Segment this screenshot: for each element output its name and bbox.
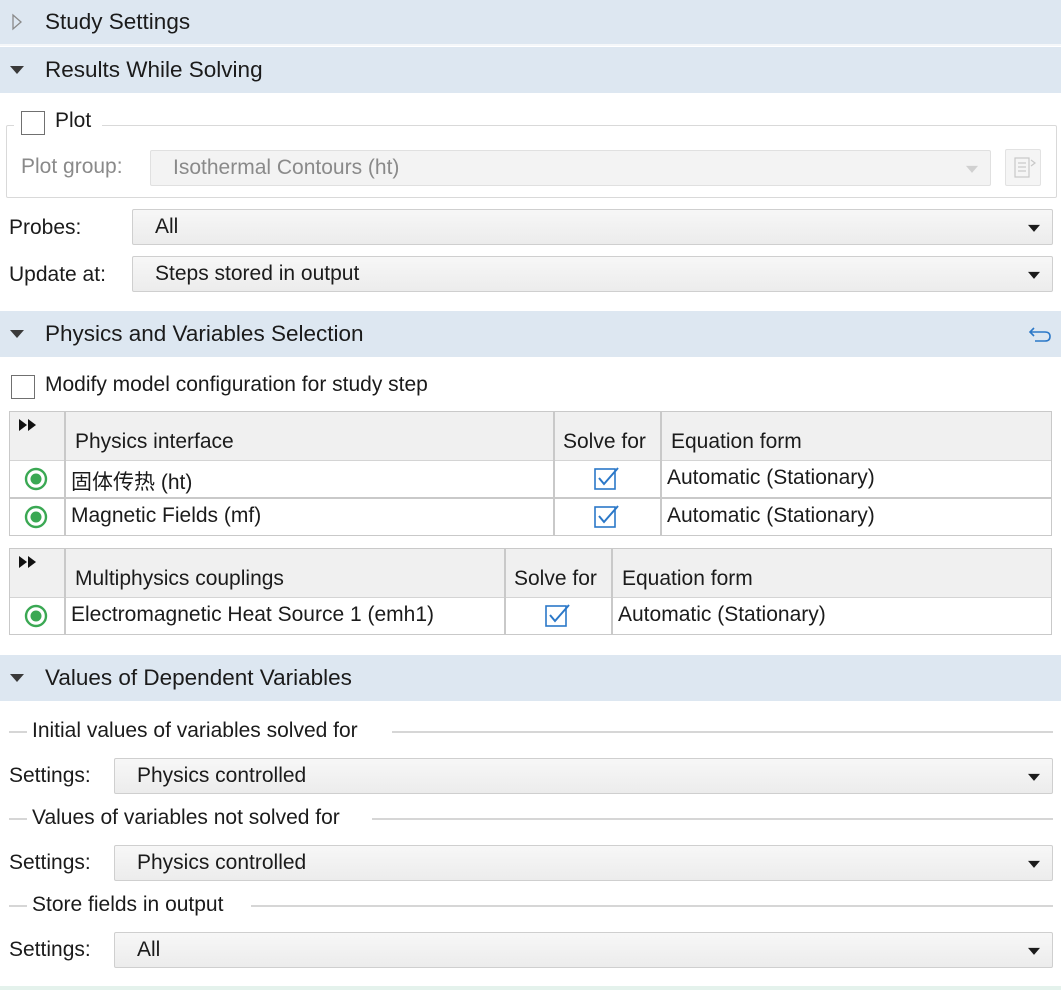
equation-form: Automatic (Stationary) [618,603,826,626]
fast-forward-icon[interactable] [18,418,38,432]
multiphysics-table: Multiphysics couplings Solve for Equatio… [9,548,1052,635]
column-header-equation-form[interactable]: Equation form [671,430,802,454]
column-header-solve-for[interactable]: Solve for [563,430,646,454]
column-divider [553,412,555,535]
plot-group-value: Isothermal Contours (ht) [173,156,400,179]
group-divider [9,905,27,907]
coupling-name: Electromagnetic Heat Source 1 (emh1) [71,603,434,626]
plot-group-label: Plot group: [21,155,123,178]
modify-config-checkbox[interactable] [11,375,35,399]
group-divider [9,818,27,820]
section-physics-selection[interactable]: Physics and Variables Selection [0,311,1061,357]
probes-label: Probes: [9,216,82,239]
section-study-settings[interactable]: Study Settings [0,0,1061,44]
section-title: Results While Solving [45,57,263,82]
initial-values-settings-select[interactable]: Physics controlled [114,758,1053,794]
chevron-down-icon [966,165,978,173]
goto-plot-button[interactable] [1005,149,1041,186]
settings-label: Settings: [9,851,91,874]
group-title-initial-values: Initial values of variables solved for [32,719,358,742]
chevron-down-icon [1028,860,1040,868]
chevron-down-icon [1028,271,1040,279]
physics-name: Magnetic Fields (mf) [71,504,262,527]
group-divider [9,731,27,733]
coupling-active-icon [24,604,48,628]
update-at-label: Update at: [9,263,106,286]
section-dependent-variables[interactable]: Values of Dependent Variables [0,655,1061,701]
reset-undo-icon[interactable] [1027,324,1053,344]
group-title-not-solved: Values of variables not solved for [32,806,340,829]
settings-value: Physics controlled [137,851,307,874]
goto-source-icon [1014,157,1036,178]
column-header-equation-form[interactable]: Equation form [622,567,753,591]
section-title: Physics and Variables Selection [45,321,364,346]
modify-config-label: Modify model configuration for study ste… [45,373,428,396]
section-title: Study Settings [45,9,191,34]
physics-table: Physics interface Solve for Equation for… [9,411,1052,536]
column-header-physics-interface[interactable]: Physics interface [75,430,234,454]
settings-value: All [137,938,161,961]
physics-active-icon [24,467,48,491]
settings-label: Settings: [9,938,91,961]
plot-label: Plot [55,109,92,132]
group-divider [392,731,1053,733]
divider [0,44,1061,46]
caret-right-icon[interactable] [8,13,26,31]
update-at-select[interactable]: Steps stored in output [132,256,1053,292]
section-title: Values of Dependent Variables [45,665,352,690]
settings-label: Settings: [9,764,91,787]
column-divider [64,549,66,634]
plot-checkbox[interactable] [21,111,45,135]
probes-value: All [155,215,179,238]
physics-active-icon [24,505,48,529]
probes-select[interactable]: All [132,209,1053,245]
caret-down-icon[interactable] [8,669,26,687]
update-at-value: Steps stored in output [155,262,360,285]
store-fields-settings-select[interactable]: All [114,932,1053,968]
column-header-multiphysics-couplings[interactable]: Multiphysics couplings [75,567,284,591]
column-divider [611,549,613,634]
plot-group-select[interactable]: Isothermal Contours (ht) [150,150,991,186]
not-solved-settings-select[interactable]: Physics controlled [114,845,1053,881]
equation-form: Automatic (Stationary) [667,466,875,489]
group-divider [251,905,1053,907]
column-divider [64,412,66,535]
fast-forward-icon[interactable] [18,555,38,569]
equation-form: Automatic (Stationary) [667,504,875,527]
column-divider [660,412,662,535]
group-title-store-fields: Store fields in output [32,893,224,916]
caret-down-icon[interactable] [8,61,26,79]
chevron-down-icon [1028,947,1040,955]
column-divider [504,549,506,634]
physics-name: 固体传热 (ht) [71,471,193,494]
column-header-solve-for[interactable]: Solve for [514,567,597,591]
chevron-down-icon [1028,224,1040,232]
bottom-edge [0,986,1061,990]
caret-down-icon[interactable] [8,325,26,343]
group-divider [372,818,1053,820]
solve-for-checkbox-checked-icon[interactable] [593,465,621,491]
row-divider [10,497,1051,499]
solve-for-checkbox-checked-icon[interactable] [544,602,572,628]
chevron-down-icon [1028,773,1040,781]
section-results-while-solving[interactable]: Results While Solving [0,47,1061,93]
settings-value: Physics controlled [137,764,307,787]
solve-for-checkbox-checked-icon[interactable] [593,503,621,529]
